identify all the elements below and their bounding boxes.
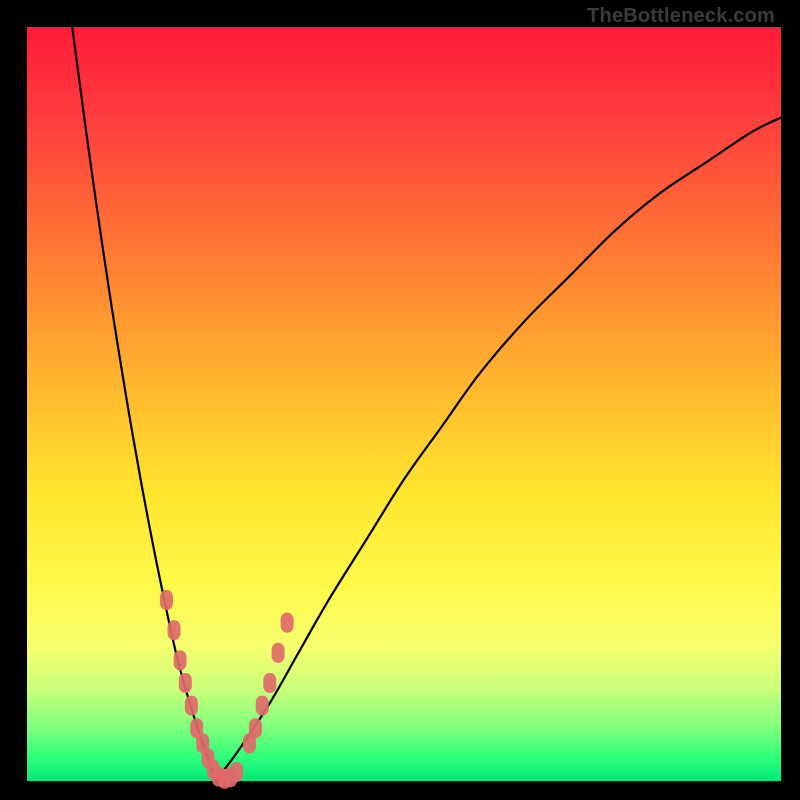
curve-right-branch [216,117,782,781]
chart-svg [0,0,800,800]
marker-point [160,590,173,610]
chart-frame: TheBottleneck.com [0,0,800,800]
marker-point [272,643,285,663]
marker-point [185,696,198,716]
marker-point [281,613,294,633]
curve-left-branch [72,27,215,781]
marker-point [174,650,187,670]
marker-point [263,673,276,693]
marker-point [230,762,243,782]
marker-point [249,718,262,738]
marker-point [179,673,192,693]
marker-point [256,696,269,716]
marker-point [168,620,181,640]
